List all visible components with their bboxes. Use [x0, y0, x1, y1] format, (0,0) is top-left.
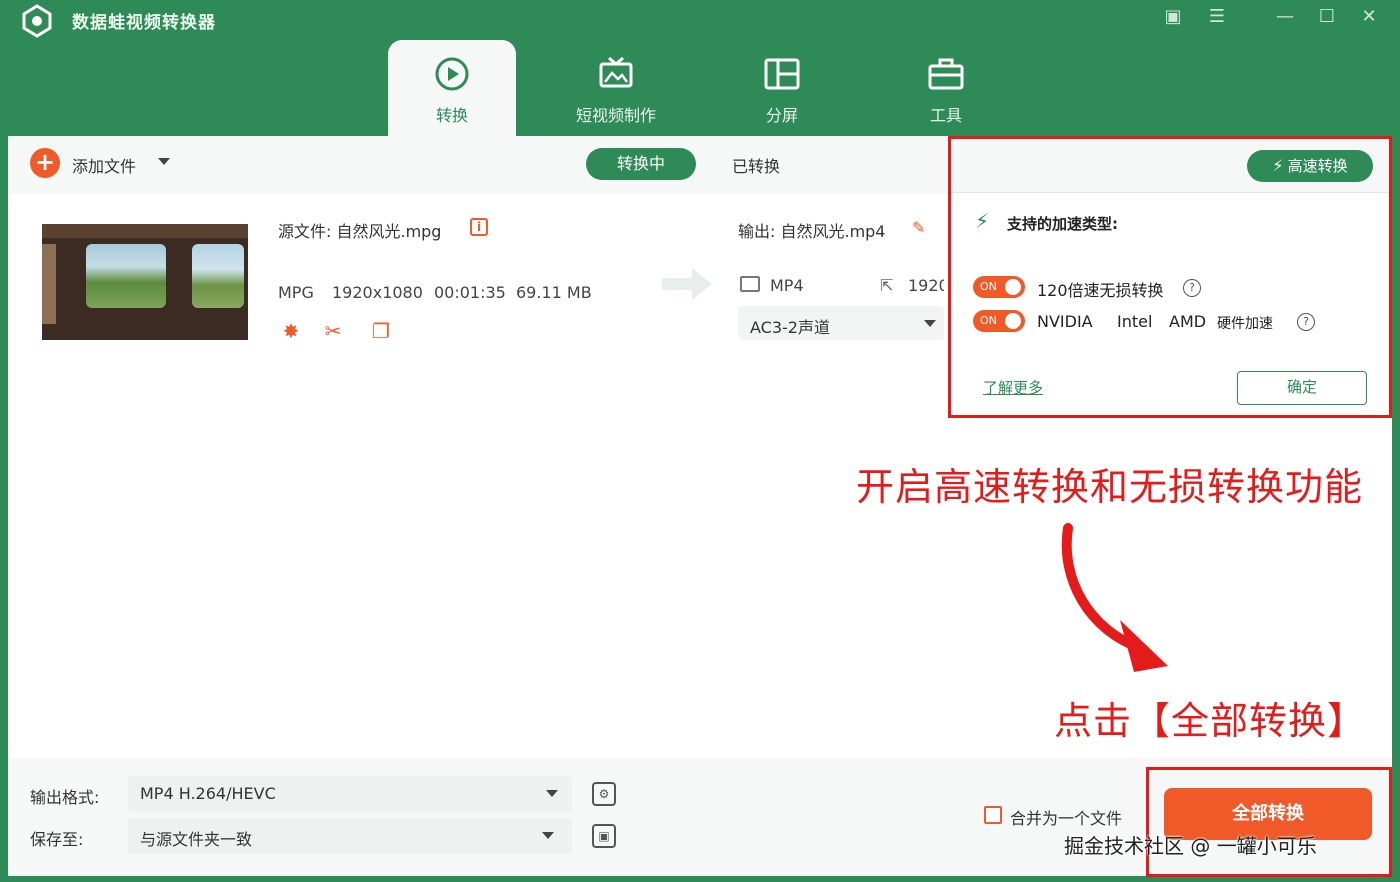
tab-short-video[interactable]: 短视频制作	[552, 40, 680, 136]
red-arrow-icon	[1061, 523, 1168, 672]
output-format-value: MP4 H.264/HEVC	[140, 784, 276, 803]
output-resolution: 1920	[908, 276, 944, 295]
audio-track-value: AC3-2声道	[750, 318, 830, 337]
pencil-icon[interactable]: ✎	[912, 218, 930, 237]
app-title: 数据蛙视频转换器	[72, 13, 216, 33]
merge-checkbox[interactable]	[984, 806, 1002, 824]
tv-icon	[599, 56, 633, 88]
save-to-select[interactable]: 与源文件夹一致	[128, 818, 572, 854]
acceleration-popup: ⚡ 高速转换 ⚡ 支持的加速类型: ON 120倍速无损转换 ? ON NVIDI…	[948, 136, 1392, 418]
save-to-value: 与源文件夹一致	[140, 830, 253, 849]
maximize-icon[interactable]: ☐	[1314, 6, 1340, 28]
tab-convert[interactable]: 转换	[388, 40, 516, 136]
hardware-accel-label: 硬件加速	[1217, 316, 1273, 332]
tab-tools[interactable]: 工具	[882, 40, 1010, 136]
add-file-label[interactable]: 添加文件	[72, 153, 136, 177]
tab-label: 工具	[929, 106, 962, 125]
tab-label: 分屏	[765, 106, 798, 125]
chevron-down-icon	[542, 832, 554, 839]
merge-label: 合并为一个文件	[1010, 809, 1123, 828]
split-screen-icon	[764, 58, 800, 90]
minimize-icon[interactable]: —	[1272, 6, 1298, 28]
lossless-toggle[interactable]: ON	[973, 276, 1025, 298]
format-settings-icon[interactable]: ⚙	[592, 782, 616, 806]
source-resolution: 1920x1080	[332, 283, 423, 302]
annotation-enable-hint: 开启高速转换和无损转换功能	[856, 465, 1364, 509]
arrow-right-icon	[662, 268, 712, 300]
edit-clip-icon[interactable]: ❐	[368, 318, 394, 344]
watermark: 掘金技术社区 @ 一罐小可乐	[1064, 834, 1317, 858]
save-to-label: 保存至:	[30, 830, 84, 849]
scissors-icon[interactable]: ✂	[320, 318, 346, 344]
help-icon[interactable]: ?	[1297, 313, 1315, 331]
high-speed-convert-button[interactable]: ⚡ 高速转换	[1247, 150, 1373, 182]
popup-header: ⚡ 高速转换	[951, 139, 1389, 193]
output-format: MP4	[770, 276, 804, 295]
ok-button[interactable]: 确定	[1237, 371, 1367, 405]
video-format-icon	[740, 276, 760, 292]
help-icon[interactable]: ?	[1183, 279, 1201, 297]
feedback-icon[interactable]: ▣	[1160, 6, 1186, 28]
audio-track-select[interactable]: AC3-2声道	[738, 306, 944, 340]
chevron-down-icon	[546, 790, 558, 797]
add-file-button[interactable]: +	[30, 148, 60, 178]
tab-split-screen[interactable]: 分屏	[718, 40, 846, 136]
hardware-accel-toggle[interactable]: ON	[973, 310, 1025, 332]
title-bar: 数据蛙视频转换器 ▣ ☰ — ☐ ✕ 转换 短视频制作 分屏 工具	[0, 0, 1400, 136]
tab-converting[interactable]: 转换中	[586, 148, 696, 180]
output-format-select[interactable]: MP4 H.264/HEVC	[128, 776, 572, 812]
annotation-click-hint: 点击【全部转换】	[1054, 699, 1367, 743]
learn-more-link[interactable]: 了解更多	[983, 377, 1043, 398]
lightning-icon: ⚡	[1272, 156, 1284, 175]
high-speed-label: 高速转换	[1287, 157, 1348, 175]
video-thumbnail[interactable]	[42, 224, 248, 340]
intel-label: Intel	[1117, 312, 1153, 331]
tab-converted[interactable]: 已转换	[732, 153, 780, 177]
output-format-label: 输出格式:	[30, 788, 100, 807]
tab-label: 转换	[435, 106, 468, 125]
toolbox-icon	[928, 58, 964, 90]
chevron-down-icon[interactable]	[158, 158, 170, 165]
nvidia-label: NVIDIA	[1037, 312, 1093, 331]
folder-icon[interactable]: ▣	[592, 824, 616, 848]
expand-icon: ⇱	[880, 276, 894, 295]
source-format: MPG	[278, 283, 314, 302]
output-file-label: 输出: 自然风光.mp4	[738, 222, 886, 241]
magic-wand-icon[interactable]: ✸	[278, 318, 304, 344]
close-icon[interactable]: ✕	[1356, 6, 1382, 28]
convert-icon	[435, 57, 469, 91]
lossless-option-label: 120倍速无损转换	[1037, 281, 1164, 300]
source-size: 69.11 MB	[516, 283, 592, 302]
tab-label: 短视频制作	[575, 106, 656, 125]
source-duration: 00:01:35	[434, 283, 506, 302]
chevron-down-icon	[924, 320, 936, 327]
lightning-icon: ⚡	[975, 209, 990, 233]
app-logo-icon	[22, 4, 52, 38]
source-file-label: 源文件: 自然风光.mpg	[278, 222, 442, 241]
popup-heading: 支持的加速类型:	[1007, 215, 1118, 233]
menu-icon[interactable]: ☰	[1204, 6, 1230, 28]
amd-label: AMD	[1169, 312, 1207, 331]
toggle-on-label: ON	[980, 314, 997, 327]
info-icon[interactable]: i	[470, 218, 488, 236]
toggle-on-label: ON	[980, 280, 997, 293]
